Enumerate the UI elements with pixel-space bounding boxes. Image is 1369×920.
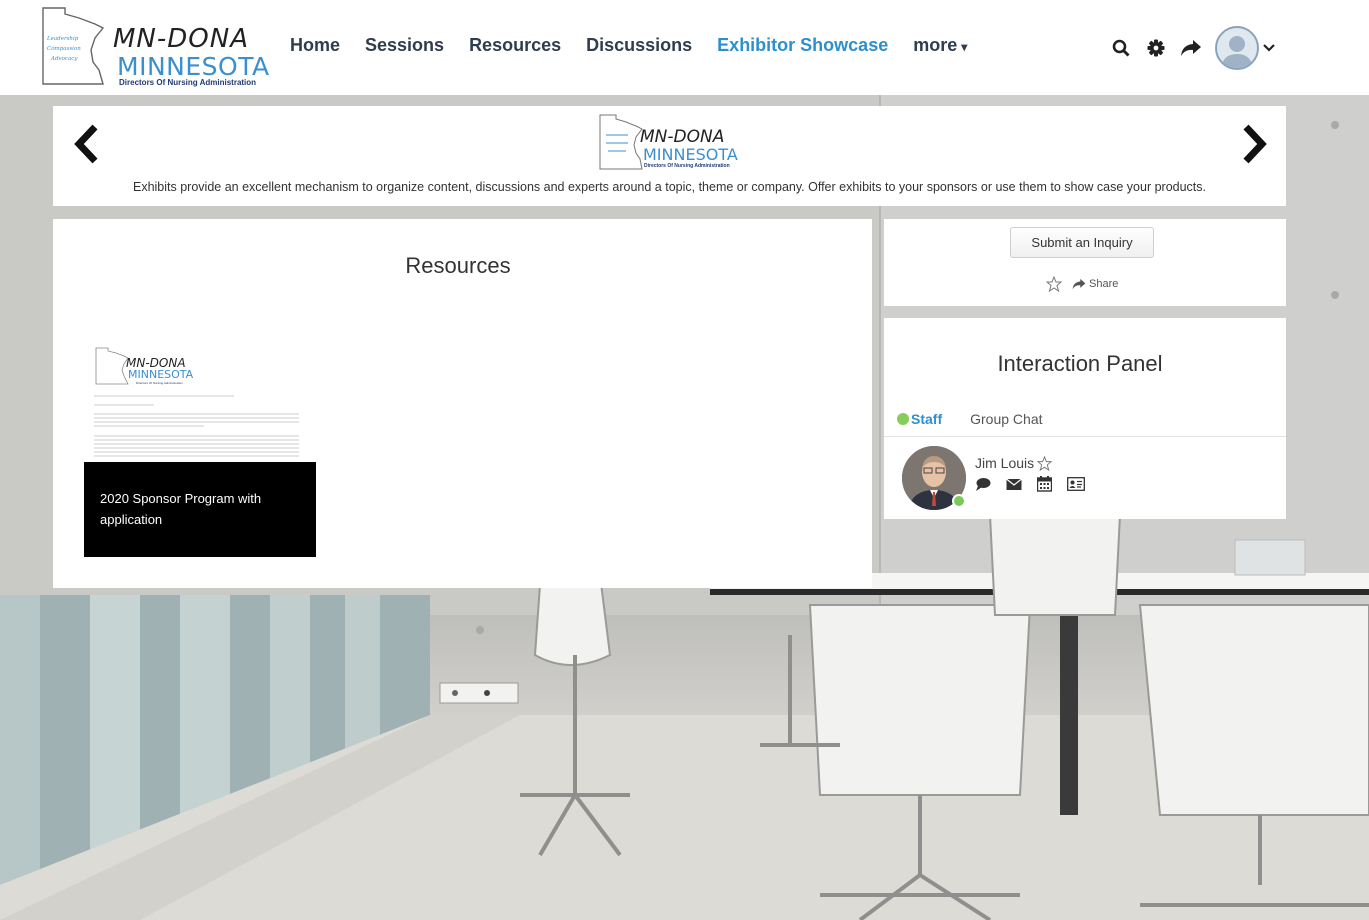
- share-arrow-icon: [1072, 278, 1086, 290]
- nav-more-label: more: [913, 35, 958, 55]
- previous-arrow-icon[interactable]: [71, 124, 101, 169]
- star-favorite-icon[interactable]: [1037, 455, 1053, 471]
- share-link[interactable]: Share: [1072, 278, 1118, 290]
- interaction-tabs: Staff Group Chat: [897, 411, 1043, 427]
- exhibit-description: Exhibits provide an excellent mechanism …: [132, 180, 1206, 194]
- resources-panel: Resources MN-DONA MINNESOTA Directors Of…: [53, 219, 872, 588]
- envelope-icon[interactable]: [1006, 478, 1022, 491]
- exhibitor-logo: MN-DONA MINNESOTA Directors Of Nursing A…: [598, 113, 748, 171]
- calendar-icon[interactable]: [1037, 476, 1052, 492]
- thumbnail-logo-state: MINNESOTA: [128, 368, 194, 381]
- tabs-divider: [884, 436, 1286, 437]
- logo-map-word-2: Compassion: [47, 46, 81, 52]
- chat-bubble-icon[interactable]: [975, 477, 991, 492]
- staff-name-row: Jim Louis: [975, 455, 1053, 471]
- next-arrow-icon[interactable]: [1240, 124, 1270, 169]
- nav-discussions[interactable]: Discussions: [586, 35, 692, 56]
- caret-down-icon: ▾: [961, 40, 968, 54]
- logo-map-word-1: Leadership: [46, 36, 79, 42]
- nav-sessions[interactable]: Sessions: [365, 35, 444, 56]
- document-thumbnail: MN-DONA MINNESOTA Directors Of Nursing A…: [84, 344, 316, 464]
- banner-logo-state: MINNESOTA: [643, 145, 738, 164]
- site-header: Leadership Compassion Advocacy MN-DONA M…: [0, 0, 1369, 95]
- logo-title: MN-DONA: [113, 24, 249, 54]
- share-row: Share: [1046, 276, 1118, 292]
- user-menu[interactable]: [1215, 26, 1275, 70]
- resource-caption[interactable]: 2020 Sponsor Program with application: [84, 462, 316, 557]
- star-favorite-icon[interactable]: [1046, 276, 1062, 292]
- staff-actions: [975, 476, 1100, 492]
- tab-staff[interactable]: Staff: [897, 411, 942, 427]
- share-arrow-icon[interactable]: [1180, 37, 1202, 59]
- main-nav: Home Sessions Resources Discussions Exhi…: [290, 35, 992, 56]
- site-logo[interactable]: Leadership Compassion Advocacy MN-DONA M…: [37, 4, 269, 90]
- gear-icon[interactable]: [1145, 37, 1167, 59]
- logo-state: MINNESOTA: [117, 52, 270, 81]
- tab-group-chat[interactable]: Group Chat: [970, 411, 1042, 427]
- tab-staff-label: Staff: [911, 411, 943, 427]
- contact-card-icon[interactable]: [1067, 477, 1085, 491]
- banner-logo-subtitle: Directors Of Nursing Administration: [644, 163, 730, 169]
- share-label: Share: [1089, 278, 1119, 290]
- exhibit-banner: MN-DONA MINNESOTA Directors Of Nursing A…: [53, 106, 1286, 206]
- nav-exhibitor-showcase[interactable]: Exhibitor Showcase: [717, 35, 888, 56]
- header-tools: [1110, 26, 1275, 70]
- staff-member: Jim Louis: [902, 446, 1272, 512]
- staff-name[interactable]: Jim Louis: [975, 455, 1034, 471]
- user-avatar-icon: [1215, 26, 1259, 70]
- search-icon[interactable]: [1110, 37, 1132, 59]
- interaction-panel: Interaction Panel Staff Group Chat Jim L…: [884, 318, 1286, 519]
- thumbnail-logo-subtitle: Directors Of Nursing Administration: [136, 381, 183, 385]
- banner-logo-title: MN-DONA: [640, 127, 725, 147]
- online-status-dot: [897, 413, 909, 425]
- inquiry-panel: Submit an Inquiry Share: [884, 219, 1286, 306]
- interaction-panel-title: Interaction Panel: [997, 351, 1163, 376]
- resources-title: Resources: [405, 253, 511, 278]
- online-indicator: [952, 494, 966, 508]
- nav-home[interactable]: Home: [290, 35, 340, 56]
- logo-map-word-3: Advocacy: [50, 56, 78, 62]
- submit-inquiry-button[interactable]: Submit an Inquiry: [1010, 227, 1154, 258]
- resource-card[interactable]: MN-DONA MINNESOTA Directors Of Nursing A…: [84, 344, 316, 557]
- minnesota-map-icon: Leadership Compassion Advocacy: [42, 7, 105, 85]
- nav-resources[interactable]: Resources: [469, 35, 561, 56]
- nav-more-dropdown[interactable]: more ▾: [913, 35, 967, 56]
- chevron-down-icon: [1263, 39, 1275, 57]
- logo-subtitle: Directors Of Nursing Administration: [119, 78, 257, 87]
